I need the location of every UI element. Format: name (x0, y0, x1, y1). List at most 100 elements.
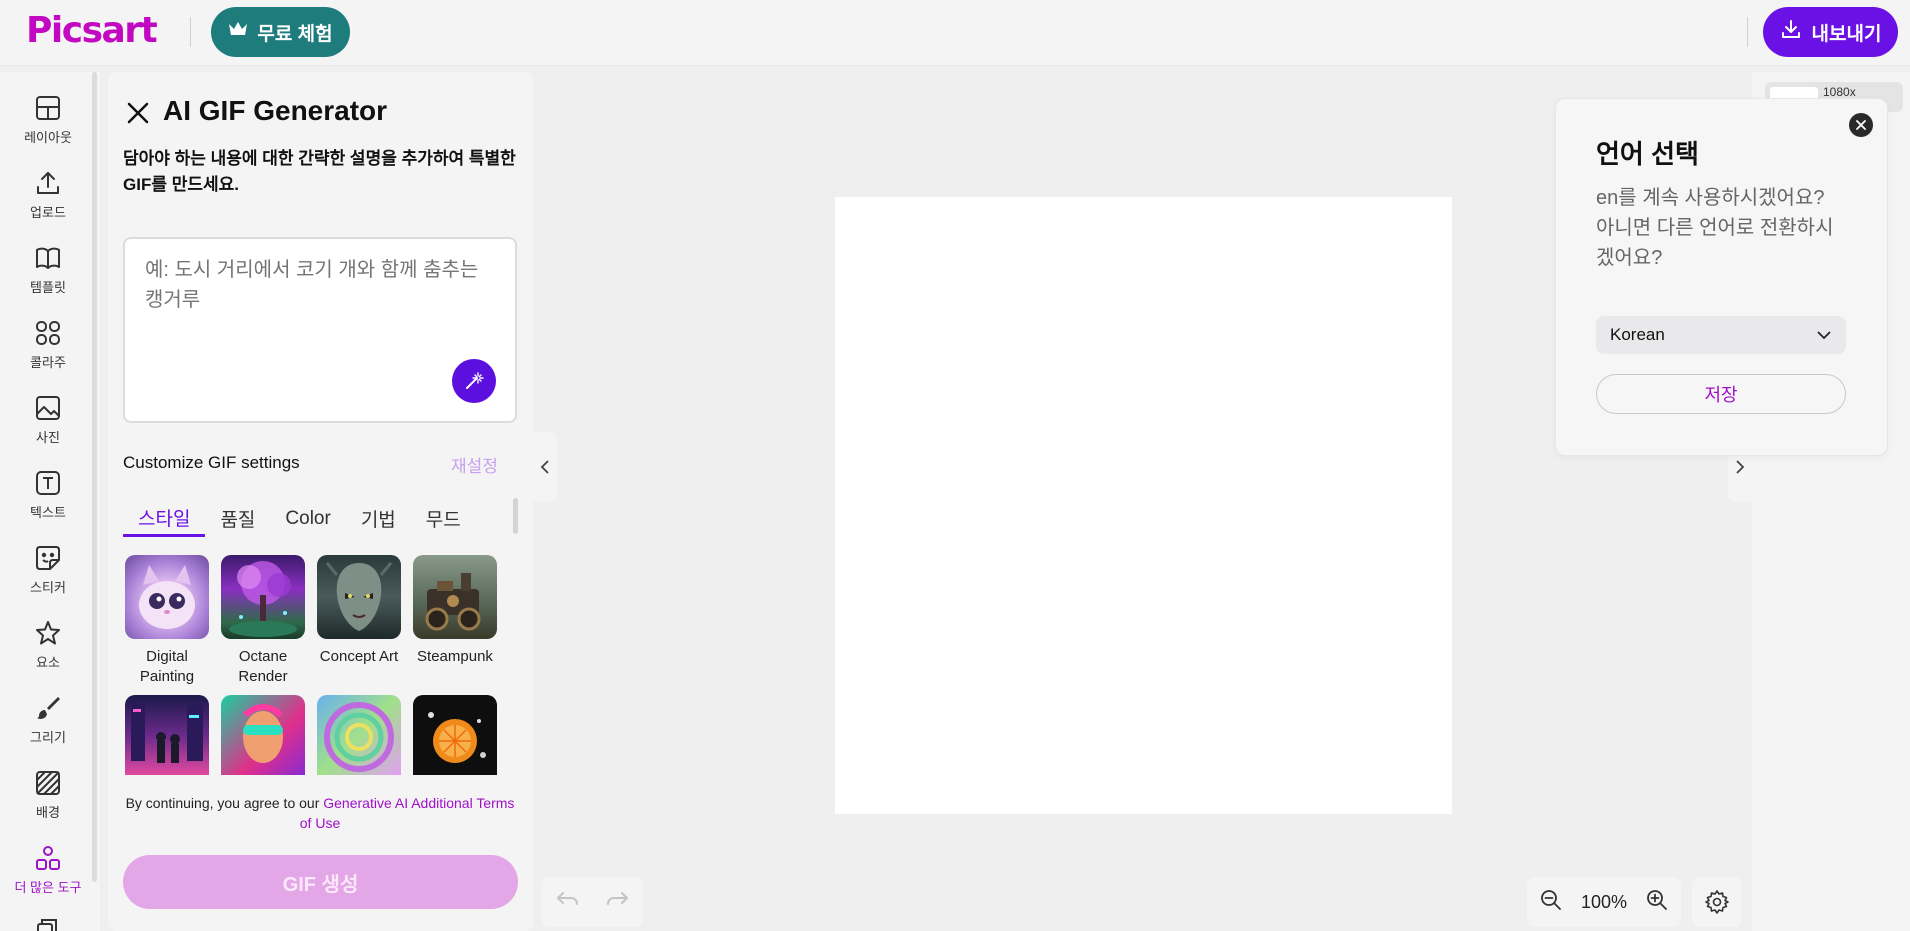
tool-collage[interactable]: 콜라주 (0, 318, 96, 388)
redo-icon (606, 891, 628, 905)
tab-mood[interactable]: 무드 (411, 500, 476, 537)
reset-button[interactable]: 재설정 (451, 452, 498, 477)
design-canvas[interactable] (835, 197, 1452, 814)
template-icon (33, 243, 63, 273)
history-controls (542, 877, 643, 927)
zoom-out-icon (1541, 889, 1561, 910)
tool-label: 레이아웃 (24, 130, 72, 145)
style-thumbnail (125, 555, 209, 639)
popup-close-button[interactable] (1849, 113, 1873, 137)
export-button[interactable]: 내보내기 (1763, 7, 1898, 57)
picsart-logo[interactable]: Picsart (26, 10, 158, 51)
style-card-steampunk[interactable]: Steampunk (413, 555, 497, 667)
crown-icon (228, 21, 248, 43)
panel-title: AI GIF Generator (163, 95, 388, 126)
chevron-down-icon (1817, 331, 1831, 340)
selected-language: Korean (1610, 325, 1665, 344)
tool-more[interactable]: 더 많은 도구 (0, 843, 96, 913)
zoom-in-button[interactable] (1645, 888, 1669, 917)
chevron-right-icon (1736, 460, 1745, 474)
tool-label: 요소 (36, 655, 60, 670)
canvas-settings-button[interactable] (1692, 877, 1742, 927)
tool-layout[interactable]: 레이아웃 (0, 93, 96, 163)
brush-icon (33, 693, 63, 723)
tab-color[interactable]: Color (270, 500, 345, 537)
undo-button[interactable] (554, 890, 580, 915)
divider (1747, 17, 1748, 47)
redo-button[interactable] (605, 890, 631, 915)
style-card[interactable] (221, 695, 305, 783)
export-label: 내보내기 (1811, 23, 1882, 45)
style-card[interactable] (125, 695, 209, 783)
generate-gif-button[interactable]: GIF 생성 (123, 855, 518, 909)
tool-label: 텍스트 (30, 505, 66, 520)
magic-wand-icon (466, 372, 484, 389)
tab-style[interactable]: 스타일 (123, 500, 206, 537)
zoom-in-icon (1647, 889, 1667, 910)
style-thumbnail (317, 695, 401, 775)
layer-size: 1080x (1823, 85, 1856, 99)
tool-label: 템플릿 (30, 280, 66, 295)
tool-text[interactable]: 텍스트 (0, 468, 96, 538)
terms-notice: By continuing, you agree to our Generati… (120, 793, 520, 833)
style-thumbnail (221, 555, 305, 639)
download-icon (1780, 18, 1802, 46)
upload-icon (33, 168, 63, 198)
tabs-scrollbar[interactable] (513, 498, 518, 534)
star-icon (33, 618, 63, 648)
tool-draw[interactable]: 그리기 (0, 693, 96, 763)
tab-technique[interactable]: 기법 (346, 500, 411, 537)
top-bar: Picsart 무료 체험 내보내기 (0, 0, 1910, 66)
style-caption: Digital Painting (139, 648, 195, 685)
collapse-panel-button[interactable] (533, 432, 557, 502)
style-card[interactable] (413, 695, 497, 783)
free-trial-label: 무료 체험 (257, 23, 333, 45)
tool-template[interactable]: 템플릿 (0, 243, 96, 313)
customize-label: Customize GIF settings (123, 453, 300, 472)
zoom-controls: 100% (1527, 877, 1681, 927)
tool-label: 배경 (36, 805, 60, 820)
undo-icon (557, 891, 579, 905)
divider (190, 17, 191, 47)
popup-title: 언어 선택 (1596, 139, 1699, 169)
more-tools-icon (33, 843, 63, 873)
tool-background[interactable]: 배경 (0, 768, 96, 838)
background-icon (33, 768, 63, 798)
tool-photo[interactable]: 사진 (0, 393, 96, 463)
collage-icon (33, 318, 63, 348)
close-icon (127, 102, 149, 124)
tab-quality[interactable]: 품질 (205, 500, 270, 537)
tool-label: 콜라주 (30, 355, 66, 370)
settings-tabs: 스타일 품질 Color 기법 무드 (123, 500, 476, 540)
style-card-concept-art[interactable]: Concept Art (317, 555, 401, 667)
magic-wand-button[interactable] (452, 359, 496, 403)
zoom-out-button[interactable] (1539, 888, 1563, 917)
save-language-button[interactable]: 저장 (1596, 374, 1846, 414)
tool-label: 업로드 (30, 205, 66, 220)
style-card[interactable] (317, 695, 401, 783)
style-caption: Concept Art (319, 648, 399, 665)
tool-label: 스티커 (30, 580, 66, 595)
language-select[interactable]: Korean (1596, 316, 1846, 354)
style-card-octane-render[interactable]: Octane Render (221, 555, 305, 687)
tool-partial[interactable] (36, 918, 58, 931)
free-trial-button[interactable]: 무료 체험 (211, 7, 350, 57)
terms-text: By continuing, you agree to our (125, 795, 324, 811)
text-icon (33, 468, 63, 498)
tool-upload[interactable]: 업로드 (0, 168, 96, 238)
style-thumbnail (413, 695, 497, 775)
tool-label: 그리기 (30, 730, 66, 745)
style-thumbnail (413, 555, 497, 639)
tool-elements[interactable]: 요소 (0, 618, 96, 688)
close-panel-button[interactable] (124, 99, 152, 127)
popup-message: en를 계속 사용하시겠어요? 아니면 다른 언어로 전환하시겠어요? (1596, 187, 1834, 269)
layout-icon (33, 93, 63, 123)
zoom-level[interactable]: 100% (1581, 892, 1627, 913)
close-icon (1856, 120, 1866, 130)
style-card-digital-painting[interactable]: Digital Painting (125, 555, 209, 687)
tool-sticker[interactable]: 스티커 (0, 543, 96, 613)
sticker-icon (33, 543, 63, 573)
style-caption: Steampunk (417, 648, 493, 665)
tool-label: 더 많은 도구 (14, 880, 82, 895)
terms-link[interactable]: Generative AI Additional Terms of Use (300, 795, 515, 831)
